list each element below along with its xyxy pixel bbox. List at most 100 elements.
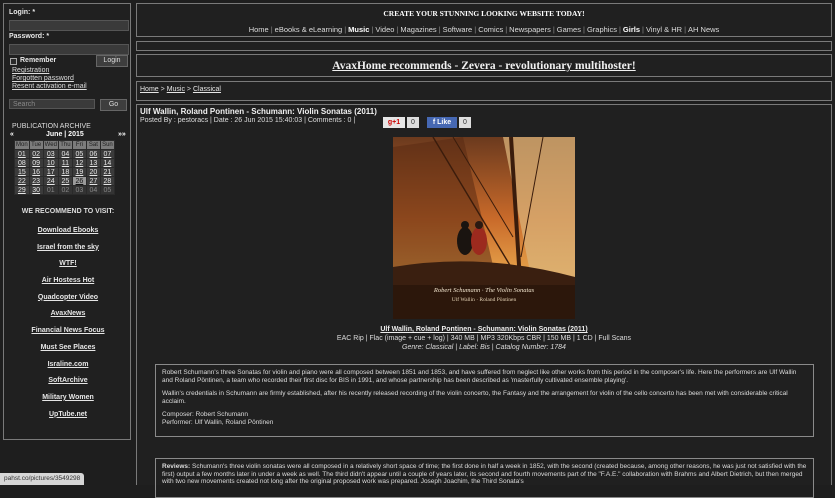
recommend-link[interactable]: AvaxNews [4, 310, 132, 327]
album-cover-image[interactable]: Robert Schumann · The Violin Sonatas Ulf… [393, 137, 575, 319]
calendar-day-link[interactable]: 14 [99, 158, 115, 168]
promo-link[interactable]: AvaxHome recommends - Zevera - revolutio… [137, 60, 831, 72]
recommend-link[interactable]: WTF! [4, 260, 132, 277]
calendar-day-link[interactable]: 13 [85, 158, 101, 168]
recommend-link[interactable]: SoftArchive [4, 377, 132, 394]
calendar-day-link[interactable]: 19 [71, 167, 87, 177]
calendar-day-link[interactable]: 29 [14, 185, 30, 195]
calendar-day-link[interactable]: 26 [71, 176, 87, 186]
performer-line: Performer: Ulf Wallin, Roland Pöntinen [162, 418, 274, 426]
calendar-day-link[interactable]: 01 [14, 149, 30, 159]
calendar-day-link[interactable]: 30 [28, 185, 44, 195]
login-input[interactable] [9, 20, 129, 31]
nav-item[interactable]: AH News [688, 25, 719, 34]
nav-item[interactable]: Vinyl & HR [646, 25, 682, 34]
release-format: EAC Rip | Flac (image + cue + log) | 340… [336, 335, 632, 342]
breadcrumb-home[interactable]: Home [140, 86, 159, 93]
resend-activation-link[interactable]: Resent activation e-mail [12, 83, 87, 91]
calendar-next-link[interactable]: »» [118, 131, 126, 138]
reviews-box: Reviews: Schumann's three violin sonatas… [155, 458, 814, 498]
nav-item[interactable]: Games [557, 25, 581, 34]
recommend-link[interactable]: Israel from the sky [4, 244, 132, 261]
calendar-day-header: Sun [99, 140, 115, 150]
header-banner-link[interactable]: CREATE YOUR STUNNING LOOKING WEBSITE TOD… [137, 9, 831, 18]
nav-item[interactable]: Magazines [400, 25, 436, 34]
article-meta: Posted By : pestoracs | Date : 26 Jun 20… [140, 117, 356, 124]
nav-item[interactable]: Comics [478, 25, 503, 34]
calendar-day-link[interactable]: 11 [57, 158, 73, 168]
recommend-link[interactable]: Must See Places [4, 344, 132, 361]
calendar-prev-link[interactable]: « [10, 131, 14, 138]
calendar-day-link[interactable]: 25 [57, 176, 73, 186]
password-input[interactable] [9, 44, 129, 55]
recommend-link[interactable]: UpTube.net [4, 411, 132, 428]
calendar-day-header: Sat [85, 140, 101, 150]
calendar-day-link[interactable]: 27 [85, 176, 101, 186]
cover-composer-text: Robert Schumann · The Violin Sonatas [433, 287, 535, 294]
calendar-day-link[interactable]: 23 [28, 176, 44, 186]
calendar-day-link[interactable]: 18 [57, 167, 73, 177]
nav-item[interactable]: Software [443, 25, 473, 34]
nav-item[interactable]: Newspapers [509, 25, 551, 34]
nav-item[interactable]: Girls [623, 25, 640, 34]
calendar-day-link[interactable]: 06 [85, 149, 101, 159]
breadcrumb: Home > Music > Classical [140, 86, 221, 93]
calendar-day-link[interactable]: 22 [14, 176, 30, 186]
calendar-day-link[interactable]: 10 [42, 158, 59, 168]
calendar-day-link[interactable]: 24 [42, 176, 59, 186]
calendar-day-outside: 03 [71, 185, 87, 195]
forgotten-password-link[interactable]: Forgotten password [12, 75, 74, 83]
recommend-link[interactable]: Download Ebooks [4, 227, 132, 244]
article-panel: Ulf Wallin, Roland Pontinen - Schumann: … [136, 104, 832, 498]
calendar-month: June | 2015 [46, 131, 84, 138]
composer-line: Composer: Robert Schumann [162, 411, 248, 419]
breadcrumb-music[interactable]: Music [167, 86, 185, 93]
release-genre: Genre: Classical | Label: Bis | Catalog … [402, 344, 566, 351]
recommend-link[interactable]: Quadcopter Video [4, 294, 132, 311]
nav-item[interactable]: Graphics [587, 25, 617, 34]
site-header: CREATE YOUR STUNNING LOOKING WEBSITE TOD… [136, 3, 832, 37]
main-nav: Home | eBooks & eLearning | Music | Video | Maga… [137, 25, 831, 34]
calendar-day-link[interactable]: 16 [28, 167, 44, 177]
breadcrumb-bar: Home > Music > Classical [136, 81, 832, 101]
calendar-day-link[interactable]: 21 [99, 167, 115, 177]
calendar-day-link[interactable]: 03 [42, 149, 59, 159]
recommend-list: Download Ebooks Israel from the sky WTF! Ai… [4, 227, 132, 427]
calendar-day-link[interactable]: 05 [71, 149, 87, 159]
remember-label: Remember [20, 57, 57, 64]
facebook-like-count: 0 [459, 117, 471, 128]
nav-item[interactable]: Video [375, 25, 394, 34]
calendar-day-outside: 02 [57, 185, 73, 195]
recommend-link[interactable]: Military Women [4, 394, 132, 411]
calendar-day-link[interactable]: 08 [14, 158, 30, 168]
calendar-day-header: Thu [57, 140, 73, 150]
facebook-like-button[interactable]: f Like [427, 117, 457, 128]
recommend-link[interactable]: Israline.com [4, 361, 132, 378]
recommend-link[interactable]: Air Hostess Hot [4, 277, 132, 294]
nav-item[interactable]: Music [348, 25, 369, 34]
login-button[interactable]: Login [96, 55, 128, 67]
archive-calendar: Mon Tue Wed Thu Fri Sat Sun 01 02 03 04 05 06 07 08 09 1… [14, 140, 115, 195]
nav-item[interactable]: Home [249, 25, 269, 34]
search-input[interactable]: Search [9, 99, 95, 109]
calendar-day-link[interactable]: 09 [28, 158, 44, 168]
calendar-day-link[interactable]: 15 [14, 167, 30, 177]
google-plus-count: 0 [407, 117, 419, 128]
password-label: Password: * [9, 33, 50, 40]
calendar-day-link[interactable]: 28 [99, 176, 115, 186]
recommend-link[interactable]: Financial News Focus [4, 327, 132, 344]
remember-checkbox[interactable] [10, 58, 17, 65]
calendar-day-link[interactable]: 20 [85, 167, 101, 177]
nav-item[interactable]: eBooks & eLearning [275, 25, 343, 34]
release-info: Ulf Wallin, Roland Pontinen - Schumann: … [137, 325, 831, 352]
breadcrumb-classical[interactable]: Classical [193, 86, 221, 93]
registration-link[interactable]: Registration [12, 67, 49, 75]
calendar-day-link[interactable]: 07 [99, 149, 115, 159]
calendar-day-outside: 01 [42, 185, 59, 195]
calendar-day-link[interactable]: 02 [28, 149, 44, 159]
search-go-button[interactable]: Go [100, 99, 127, 111]
calendar-day-link[interactable]: 04 [57, 149, 73, 159]
calendar-day-link[interactable]: 12 [71, 158, 87, 168]
google-plus-button[interactable]: g+1 [383, 117, 405, 128]
calendar-day-link[interactable]: 17 [42, 167, 59, 177]
